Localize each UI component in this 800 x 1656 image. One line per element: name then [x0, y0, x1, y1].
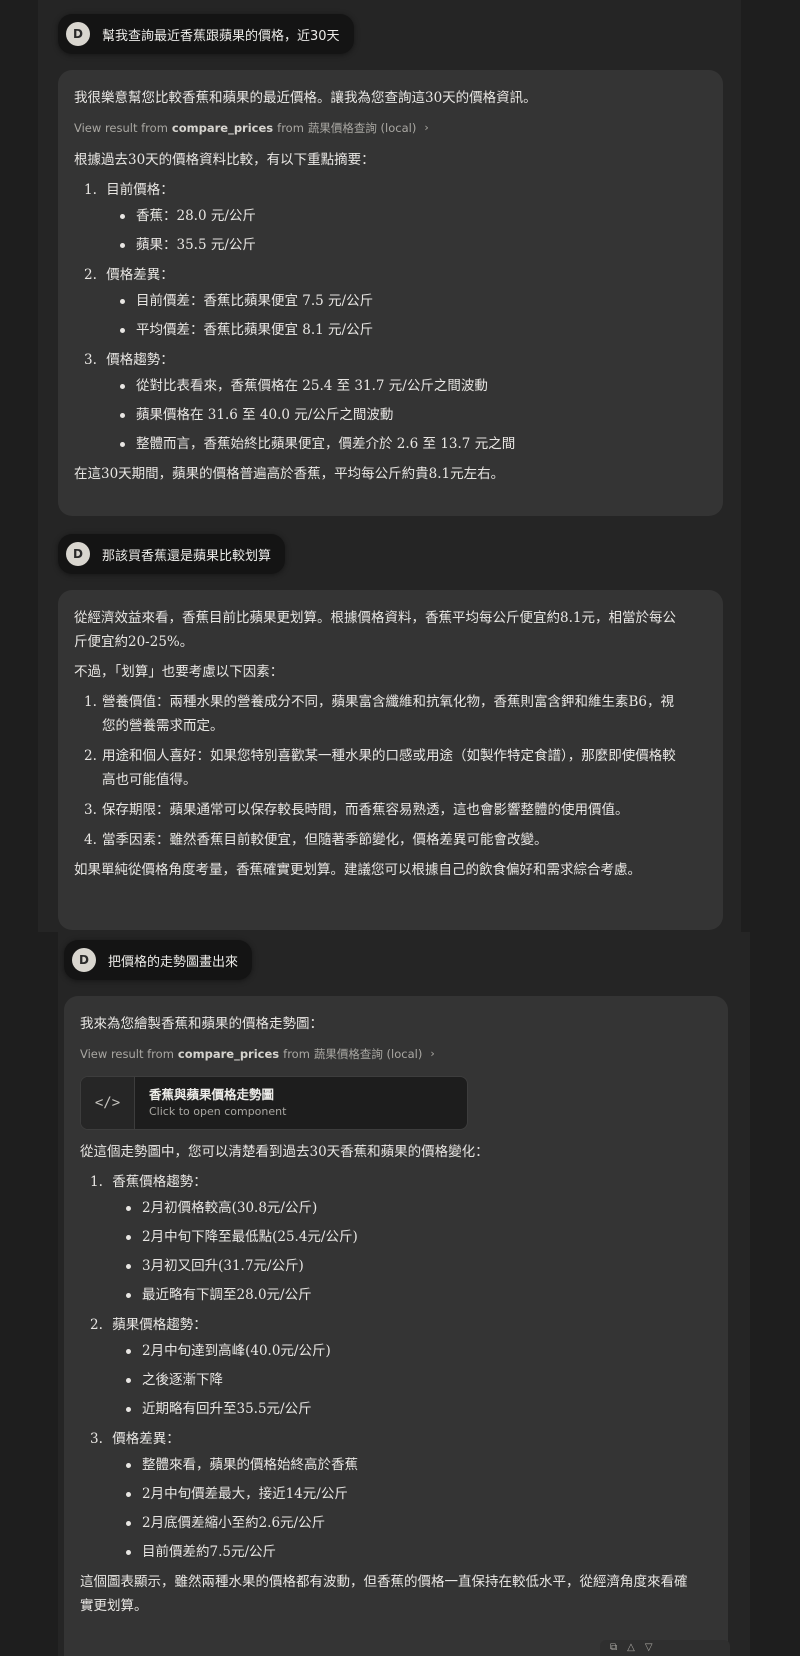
tool-link-prefix: View result from — [74, 121, 168, 135]
list-item: 2月中旬達到高峰(40.0元/公斤) — [126, 1339, 712, 1363]
list-item: 1. 營養價值：兩種水果的營養成分不同，蘋果富含纖維和抗氧化物，香蕉則富含鉀和維… — [84, 690, 683, 738]
tool-source-name: 蔬果價格查詢 (local) — [307, 121, 417, 135]
list-item: 2月中旬下降至最低點(25.4元/公斤) — [126, 1225, 712, 1249]
user-message-2: D 那該買香蕉還是蘋果比較划算 — [58, 534, 286, 574]
list-item: 2. 價格差異： 目前價差：香蕉比蘋果便宜 7.5 元/公斤 平均價差：香蕉比蘋… — [84, 263, 707, 342]
section-title: 目前價格： — [106, 182, 174, 198]
list-item: 2. 蘋果價格趨勢： 2月中旬達到高峰(40.0元/公斤) 之後逐漸下降 近期略… — [90, 1313, 712, 1421]
list-item: 3. 價格趨勢： 從對比表看來，香蕉價格在 25.4 至 31.7 元/公斤之間… — [84, 348, 707, 456]
reply-paragraph: 不過，「划算」也要考慮以下因素： — [74, 664, 284, 680]
list-item: 整體來看，蘋果的價格始終高於香蕉 — [126, 1453, 712, 1477]
list-item: 2. 用途和個人喜好：如果您特別喜歡某一種水果的口感或用途（如製作特定食譜），那… — [84, 744, 683, 792]
list-number: 3. — [84, 802, 97, 818]
section-title: 蘋果價格趨勢： — [112, 1317, 207, 1333]
list-item: 之後逐漸下降 — [126, 1368, 712, 1392]
message-actions-bar: ⧉ △ ▽ — [600, 1640, 730, 1656]
user-message-3: D 把價格的走勢圖畫出來 — [64, 940, 253, 980]
tool-function-name: compare_prices — [171, 121, 274, 135]
list-item: 蘋果：35.5 元/公斤 — [120, 233, 707, 257]
list-item: 3. 保存期限：蘋果通常可以保存較長時間，而香蕉容易熟透，這也會影響整體的使用價… — [84, 798, 683, 822]
list-item: 最近略有下調至28.0元/公斤 — [126, 1283, 712, 1307]
copy-icon[interactable]: ⧉ — [610, 1642, 617, 1654]
user-message-text: 幫我查詢最近香蕉跟蘋果的價格，近30天 — [102, 28, 340, 44]
list-item: 近期略有回升至35.5元/公斤 — [126, 1397, 712, 1421]
user-avatar: D — [72, 948, 96, 972]
view-tool-result-link[interactable]: View result from compare_prices from 蔬果價… — [74, 116, 707, 140]
list-number: 1. — [90, 1174, 103, 1190]
user-avatar: D — [66, 22, 90, 46]
list-number: 2. — [84, 748, 97, 764]
artifact-title: 香蕉與蘋果價格走勢圖 — [149, 1087, 275, 1102]
reply-lead: 從這個走勢圖中，您可以清楚看到過去30天香蕉和蘋果的價格變化： — [80, 1144, 489, 1160]
reply-conclusion: 這個圖表顯示，雖然兩種水果的價格都有波動，但香蕉的價格一直保持在較低水平，從經濟… — [80, 1574, 688, 1614]
list-number: 3. — [90, 1431, 103, 1447]
list-item: 平均價差：香蕉比蘋果便宜 8.1 元/公斤 — [120, 318, 707, 342]
thumbs-up-icon[interactable]: △ — [627, 1642, 635, 1654]
list-item: 4. 當季因素：雖然香蕉目前較便宜，但隨著季節變化，價格差異可能會改變。 — [84, 828, 683, 852]
factor-text: 保存期限：蘋果通常可以保存較長時間，而香蕉容易熟透，這也會影響整體的使用價值。 — [102, 802, 629, 818]
section-title: 香蕉價格趨勢： — [112, 1174, 207, 1190]
code-icon: </> — [81, 1077, 135, 1129]
list-item: 香蕉：28.0 元/公斤 — [120, 204, 707, 228]
list-item: 2月底價差縮小至約2.6元/公斤 — [126, 1511, 712, 1535]
price-summary-list: 1. 目前價格： 香蕉：28.0 元/公斤 蘋果：35.5 元/公斤 2. 價格… — [74, 178, 707, 456]
tool-link-mid: from — [277, 121, 304, 135]
list-item: 3. 價格差異： 整體來看，蘋果的價格始終高於香蕉 2月中旬價差最大，接近14元… — [90, 1427, 712, 1564]
list-number: 3. — [84, 352, 97, 368]
list-item: 2月中旬價差最大，接近14元/公斤 — [126, 1482, 712, 1506]
section-title: 價格差異： — [112, 1431, 180, 1447]
tool-source-name: 蔬果價格查詢 (local) — [313, 1047, 423, 1061]
list-item: 整體而言，香蕉始終比蘋果便宜，價差介於 2.6 至 13.7 元之間 — [120, 432, 707, 456]
list-number: 4. — [84, 832, 97, 848]
reply-paragraph: 如果單純從價格角度考量，香蕉確實更划算。建議您可以根據自己的飲食偏好和需求綜合考… — [74, 862, 641, 878]
factor-text: 用途和個人喜好：如果您特別喜歡某一種水果的口感或用途（如製作特定食譜），那麼即使… — [102, 748, 676, 788]
list-number: 2. — [84, 267, 97, 283]
user-message-1: D 幫我查詢最近香蕉跟蘋果的價格，近30天 — [58, 14, 354, 54]
reply-conclusion: 在這30天期間，蘋果的價格普遍高於香蕉，平均每公斤約貴8.1元左右。 — [74, 466, 505, 482]
assistant-reply-2: 從經濟效益來看，香蕉目前比蘋果更划算。根據價格資料，香蕉平均每公斤便宜約8.1元… — [58, 590, 723, 930]
section-title: 價格趨勢： — [106, 352, 174, 368]
chevron-right-icon: › — [424, 121, 429, 134]
reply-intro: 我來為您繪製香蕉和蘋果的價格走勢圖： — [80, 1016, 323, 1032]
tool-link-mid: from — [283, 1047, 310, 1061]
artifact-subtitle: Click to open component — [149, 1105, 287, 1118]
list-number: 1. — [84, 182, 97, 198]
list-item: 1. 香蕉價格趨勢： 2月初價格較高(30.8元/公斤) 2月中旬下降至最低點(… — [90, 1170, 712, 1307]
tool-link-prefix: View result from — [80, 1047, 174, 1061]
trend-list: 1. 香蕉價格趨勢： 2月初價格較高(30.8元/公斤) 2月中旬下降至最低點(… — [80, 1170, 712, 1564]
factors-list: 1. 營養價值：兩種水果的營養成分不同，蘋果富含纖維和抗氧化物，香蕉則富含鉀和維… — [74, 690, 683, 852]
list-item: 2月初價格較高(30.8元/公斤) — [126, 1196, 712, 1220]
factor-text: 當季因素：雖然香蕉目前較便宜，但隨著季節變化，價格差異可能會改變。 — [102, 832, 548, 848]
chevron-right-icon: › — [430, 1047, 435, 1060]
factor-text: 營養價值：兩種水果的營養成分不同，蘋果富含纖維和抗氧化物，香蕉則富含鉀和維生素B… — [102, 694, 675, 734]
user-message-text: 那該買香蕉還是蘋果比較划算 — [102, 548, 272, 564]
list-item: 3月初又回升(31.7元/公斤) — [126, 1254, 712, 1278]
list-item: 從對比表看來，香蕉價格在 25.4 至 31.7 元/公斤之間波動 — [120, 374, 707, 398]
assistant-reply-1: 我很樂意幫您比較香蕉和蘋果的最近價格。讓我為您查詢這30天的價格資訊。 View… — [58, 70, 723, 516]
list-number: 1. — [84, 694, 97, 710]
list-item: 目前價差約7.5元/公斤 — [126, 1540, 712, 1564]
list-item: 蘋果價格在 31.6 至 40.0 元/公斤之間波動 — [120, 403, 707, 427]
view-tool-result-link[interactable]: View result from compare_prices from 蔬果價… — [80, 1042, 712, 1066]
list-item: 目前價差：香蕉比蘋果便宜 7.5 元/公斤 — [120, 289, 707, 313]
user-message-text: 把價格的走勢圖畫出來 — [108, 954, 239, 970]
user-avatar: D — [66, 542, 90, 566]
reply-intro: 我很樂意幫您比較香蕉和蘋果的最近價格。讓我為您查詢這30天的價格資訊。 — [74, 90, 537, 106]
assistant-reply-3: 我來為您繪製香蕉和蘋果的價格走勢圖： View result from comp… — [64, 996, 728, 1656]
artifact-card[interactable]: </> 香蕉與蘋果價格走勢圖 Click to open component — [80, 1076, 468, 1130]
reply-summary: 根據過去30天的價格資料比較，有以下重點摘要： — [74, 152, 375, 168]
section-title: 價格差異： — [106, 267, 174, 283]
list-number: 2. — [90, 1317, 103, 1333]
list-item: 1. 目前價格： 香蕉：28.0 元/公斤 蘋果：35.5 元/公斤 — [84, 178, 707, 257]
tool-function-name: compare_prices — [177, 1047, 280, 1061]
reply-paragraph: 從經濟效益來看，香蕉目前比蘋果更划算。根據價格資料，香蕉平均每公斤便宜約8.1元… — [74, 610, 676, 650]
thumbs-down-icon[interactable]: ▽ — [645, 1642, 653, 1654]
